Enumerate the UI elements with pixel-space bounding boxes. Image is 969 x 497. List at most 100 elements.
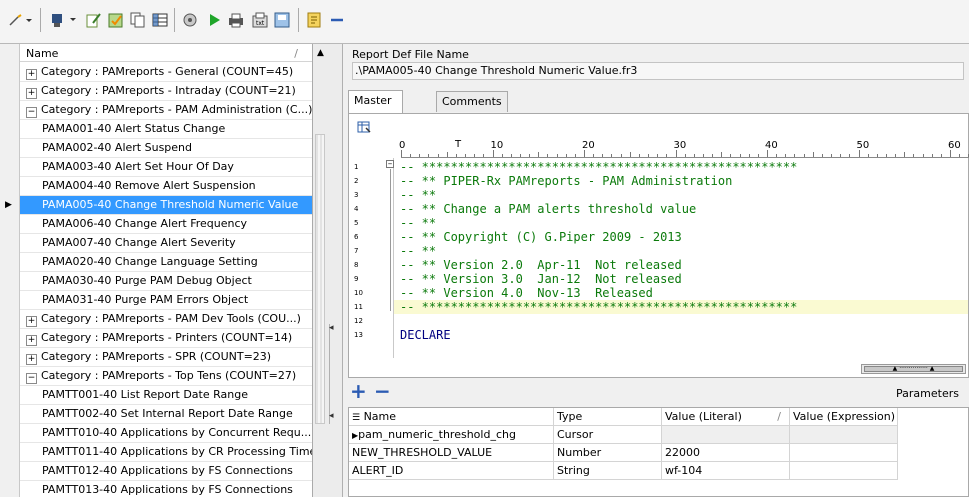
tree-row-label: PAMA030-40 Purge PAM Debug Object	[42, 274, 252, 287]
tree-category-row[interactable]: + Category : PAMreports - PAM Dev Tools (…	[20, 310, 312, 329]
export-icon[interactable]: txt	[250, 9, 270, 31]
tree-row-label: PAMTT010-40 Applications by Concurrent R…	[42, 426, 312, 439]
splitter-grip[interactable]: ◂ ◂	[329, 324, 337, 424]
line-number: 10	[354, 289, 363, 297]
line-number: 11	[354, 303, 363, 311]
param-type-cell[interactable]: Cursor	[554, 426, 662, 444]
expand-icon[interactable]: +	[26, 354, 37, 365]
edit-report-icon[interactable]	[84, 9, 104, 31]
param-type-value: Number	[557, 446, 602, 459]
save-icon[interactable]	[272, 9, 292, 31]
scroll-thumb[interactable]: ▲ ··············· ▲	[864, 366, 963, 372]
tree-report-row[interactable]: PAMA005-40 Change Threshold Numeric Valu…	[20, 196, 312, 215]
param-name-cell[interactable]: NEW_THRESHOLD_VALUE	[349, 444, 554, 462]
param-literal-cell[interactable]: wf-104	[662, 462, 790, 480]
param-expression-cell[interactable]	[790, 444, 898, 462]
edit-check-icon[interactable]	[106, 9, 126, 31]
code-line: -- ** Change a PAM alerts threshold valu…	[400, 202, 697, 216]
expand-icon[interactable]: +	[26, 335, 37, 346]
tree-row-label: PAMA005-40 Change Threshold Numeric Valu…	[42, 198, 299, 211]
dataset-icon[interactable]	[357, 120, 371, 137]
run-icon[interactable]	[204, 9, 224, 31]
tree-category-row[interactable]: + Category : PAMreports - SPR (COUNT=23)	[20, 348, 312, 367]
tree-report-row[interactable]: PAMA007-40 Change Alert Severity	[20, 234, 312, 253]
report-def-field[interactable]: .\PAMA005-40 Change Threshold Numeric Va…	[352, 62, 964, 80]
param-expression-cell[interactable]	[790, 462, 898, 480]
param-literal-value: wf-104	[665, 464, 703, 477]
parameters-toolbar: + − Parameters	[348, 380, 969, 406]
tree-report-row[interactable]: PAMA004-40 Remove Alert Suspension	[20, 177, 312, 196]
col-header-value-expression[interactable]: Value (Expression)	[790, 408, 898, 426]
collapse-icon[interactable]: −	[26, 373, 37, 384]
tree-report-row[interactable]: PAMA031-40 Purge PAM Errors Object	[20, 291, 312, 310]
tree-scrollbar[interactable]	[315, 134, 325, 424]
collapse-icon[interactable]: −	[26, 107, 37, 118]
param-type-cell[interactable]: String	[554, 462, 662, 480]
tree-report-row[interactable]: PAMTT002-40 Set Internal Report Date Ran…	[20, 405, 312, 424]
col-header-value-literal[interactable]: Value (Literal) /	[662, 408, 790, 426]
expand-icon[interactable]: +	[26, 88, 37, 99]
tab-master-dataset[interactable]: Master Dataset	[348, 90, 404, 126]
editor-horizontal-scrollbar[interactable]: ▲ ··············· ▲	[861, 364, 966, 374]
tree-report-row[interactable]: PAMTT012-40 Applications by FS Connectio…	[20, 462, 312, 481]
tree-category-row[interactable]: − Category : PAMreports - PAM Administrat…	[20, 101, 312, 120]
wizard-icon[interactable]	[180, 9, 200, 31]
parameter-row[interactable]: ALERT_ID String wf-104	[349, 462, 969, 480]
expand-icon[interactable]: +	[26, 69, 37, 80]
param-literal-value: 22000	[665, 446, 700, 459]
line-number: 5	[354, 219, 359, 227]
sort-indicator: /	[777, 410, 781, 423]
tree-category-row[interactable]: − Category : PAMreports - Top Tens (COUNT…	[20, 367, 312, 386]
code-line: -- ** Copyright (C) G.Piper 2009 - 2013	[400, 230, 682, 244]
remove-parameter-button[interactable]: −	[374, 380, 391, 402]
tree-report-row[interactable]: PAMA030-40 Purge PAM Debug Object	[20, 272, 312, 291]
tree-row-label: PAMA031-40 Purge PAM Errors Object	[42, 293, 249, 306]
tab-comments[interactable]: Comments	[436, 91, 508, 112]
wand-dropdown-icon[interactable]	[8, 9, 36, 31]
grid-header-row: ☰ Name Type Value (Literal) / Value (Exp…	[349, 408, 969, 426]
param-name-cell[interactable]: ▶pam_numeric_threshold_chg	[349, 426, 554, 444]
table-icon[interactable]	[150, 9, 170, 31]
minus-icon[interactable]	[326, 9, 348, 31]
tree-report-row[interactable]: PAMA001-40 Alert Status Change	[20, 120, 312, 139]
tree-report-row[interactable]: PAMTT011-40 Applications by CR Processin…	[20, 443, 312, 462]
param-literal-cell[interactable]: 22000	[662, 444, 790, 462]
grid-menu-icon[interactable]: ☰	[352, 413, 360, 423]
tree-report-row[interactable]: PAMA003-40 Alert Set Hour Of Day	[20, 158, 312, 177]
tree-report-row[interactable]: PAMA020-40 Change Language Setting	[20, 253, 312, 272]
code-line: -- *************************************…	[400, 160, 798, 174]
sql-editor[interactable]: − 1 -- **********************************…	[349, 158, 968, 358]
tree-category-row[interactable]: + Category : PAMreports - Intraday (COUNT…	[20, 82, 312, 101]
tree-row-label: PAMA007-40 Change Alert Severity	[42, 236, 236, 249]
tree-report-row[interactable]: PAMA006-40 Change Alert Frequency	[20, 215, 312, 234]
param-expression-cell[interactable]	[790, 426, 898, 444]
tree-column-header[interactable]: Name /	[20, 46, 312, 62]
add-parameter-button[interactable]: +	[350, 380, 367, 402]
code-line: -- ** PIPER-Rx PAMreports - PAM Administ…	[400, 174, 733, 188]
tree-category-row[interactable]: + Category : PAMreports - General (COUNT=…	[20, 63, 312, 82]
line-number: 9	[354, 275, 359, 283]
col-header-name[interactable]: ☰ Name	[349, 408, 554, 426]
document-icon[interactable]	[304, 9, 324, 31]
panel-splitter[interactable]: ▲ ◂ ◂	[313, 44, 343, 497]
parameter-row[interactable]: NEW_THRESHOLD_VALUE Number 22000	[349, 444, 969, 462]
tree-category-row[interactable]: + Category : PAMreports - Printers (COUNT…	[20, 329, 312, 348]
param-type-cell[interactable]: Number	[554, 444, 662, 462]
tree-report-row[interactable]: PAMTT001-40 List Report Date Range	[20, 386, 312, 405]
tree-row-label: Category : PAMreports - SPR (COUNT=23)	[41, 350, 272, 363]
copy-icon[interactable]	[128, 9, 148, 31]
print-icon[interactable]	[226, 9, 246, 31]
report-tree: Name / + Category : PAMreports - General …	[0, 44, 313, 497]
param-literal-cell[interactable]	[662, 426, 790, 444]
col-header-type[interactable]: Type	[554, 408, 662, 426]
expand-icon[interactable]: +	[26, 316, 37, 327]
param-name-cell[interactable]: ALERT_ID	[349, 462, 554, 480]
robot-dropdown-icon[interactable]	[50, 9, 80, 31]
tree-report-row[interactable]: PAMTT010-40 Applications by Concurrent R…	[20, 424, 312, 443]
scroll-up-icon[interactable]: ▲	[317, 48, 324, 58]
svg-text:txt: txt	[256, 20, 265, 27]
code-line: -- **	[400, 244, 437, 258]
tree-report-row[interactable]: PAMTT013-40 Applications by FS Connectio…	[20, 481, 312, 497]
tree-report-row[interactable]: PAMA002-40 Alert Suspend	[20, 139, 312, 158]
parameter-row[interactable]: ▶pam_numeric_threshold_chg Cursor	[349, 426, 969, 444]
